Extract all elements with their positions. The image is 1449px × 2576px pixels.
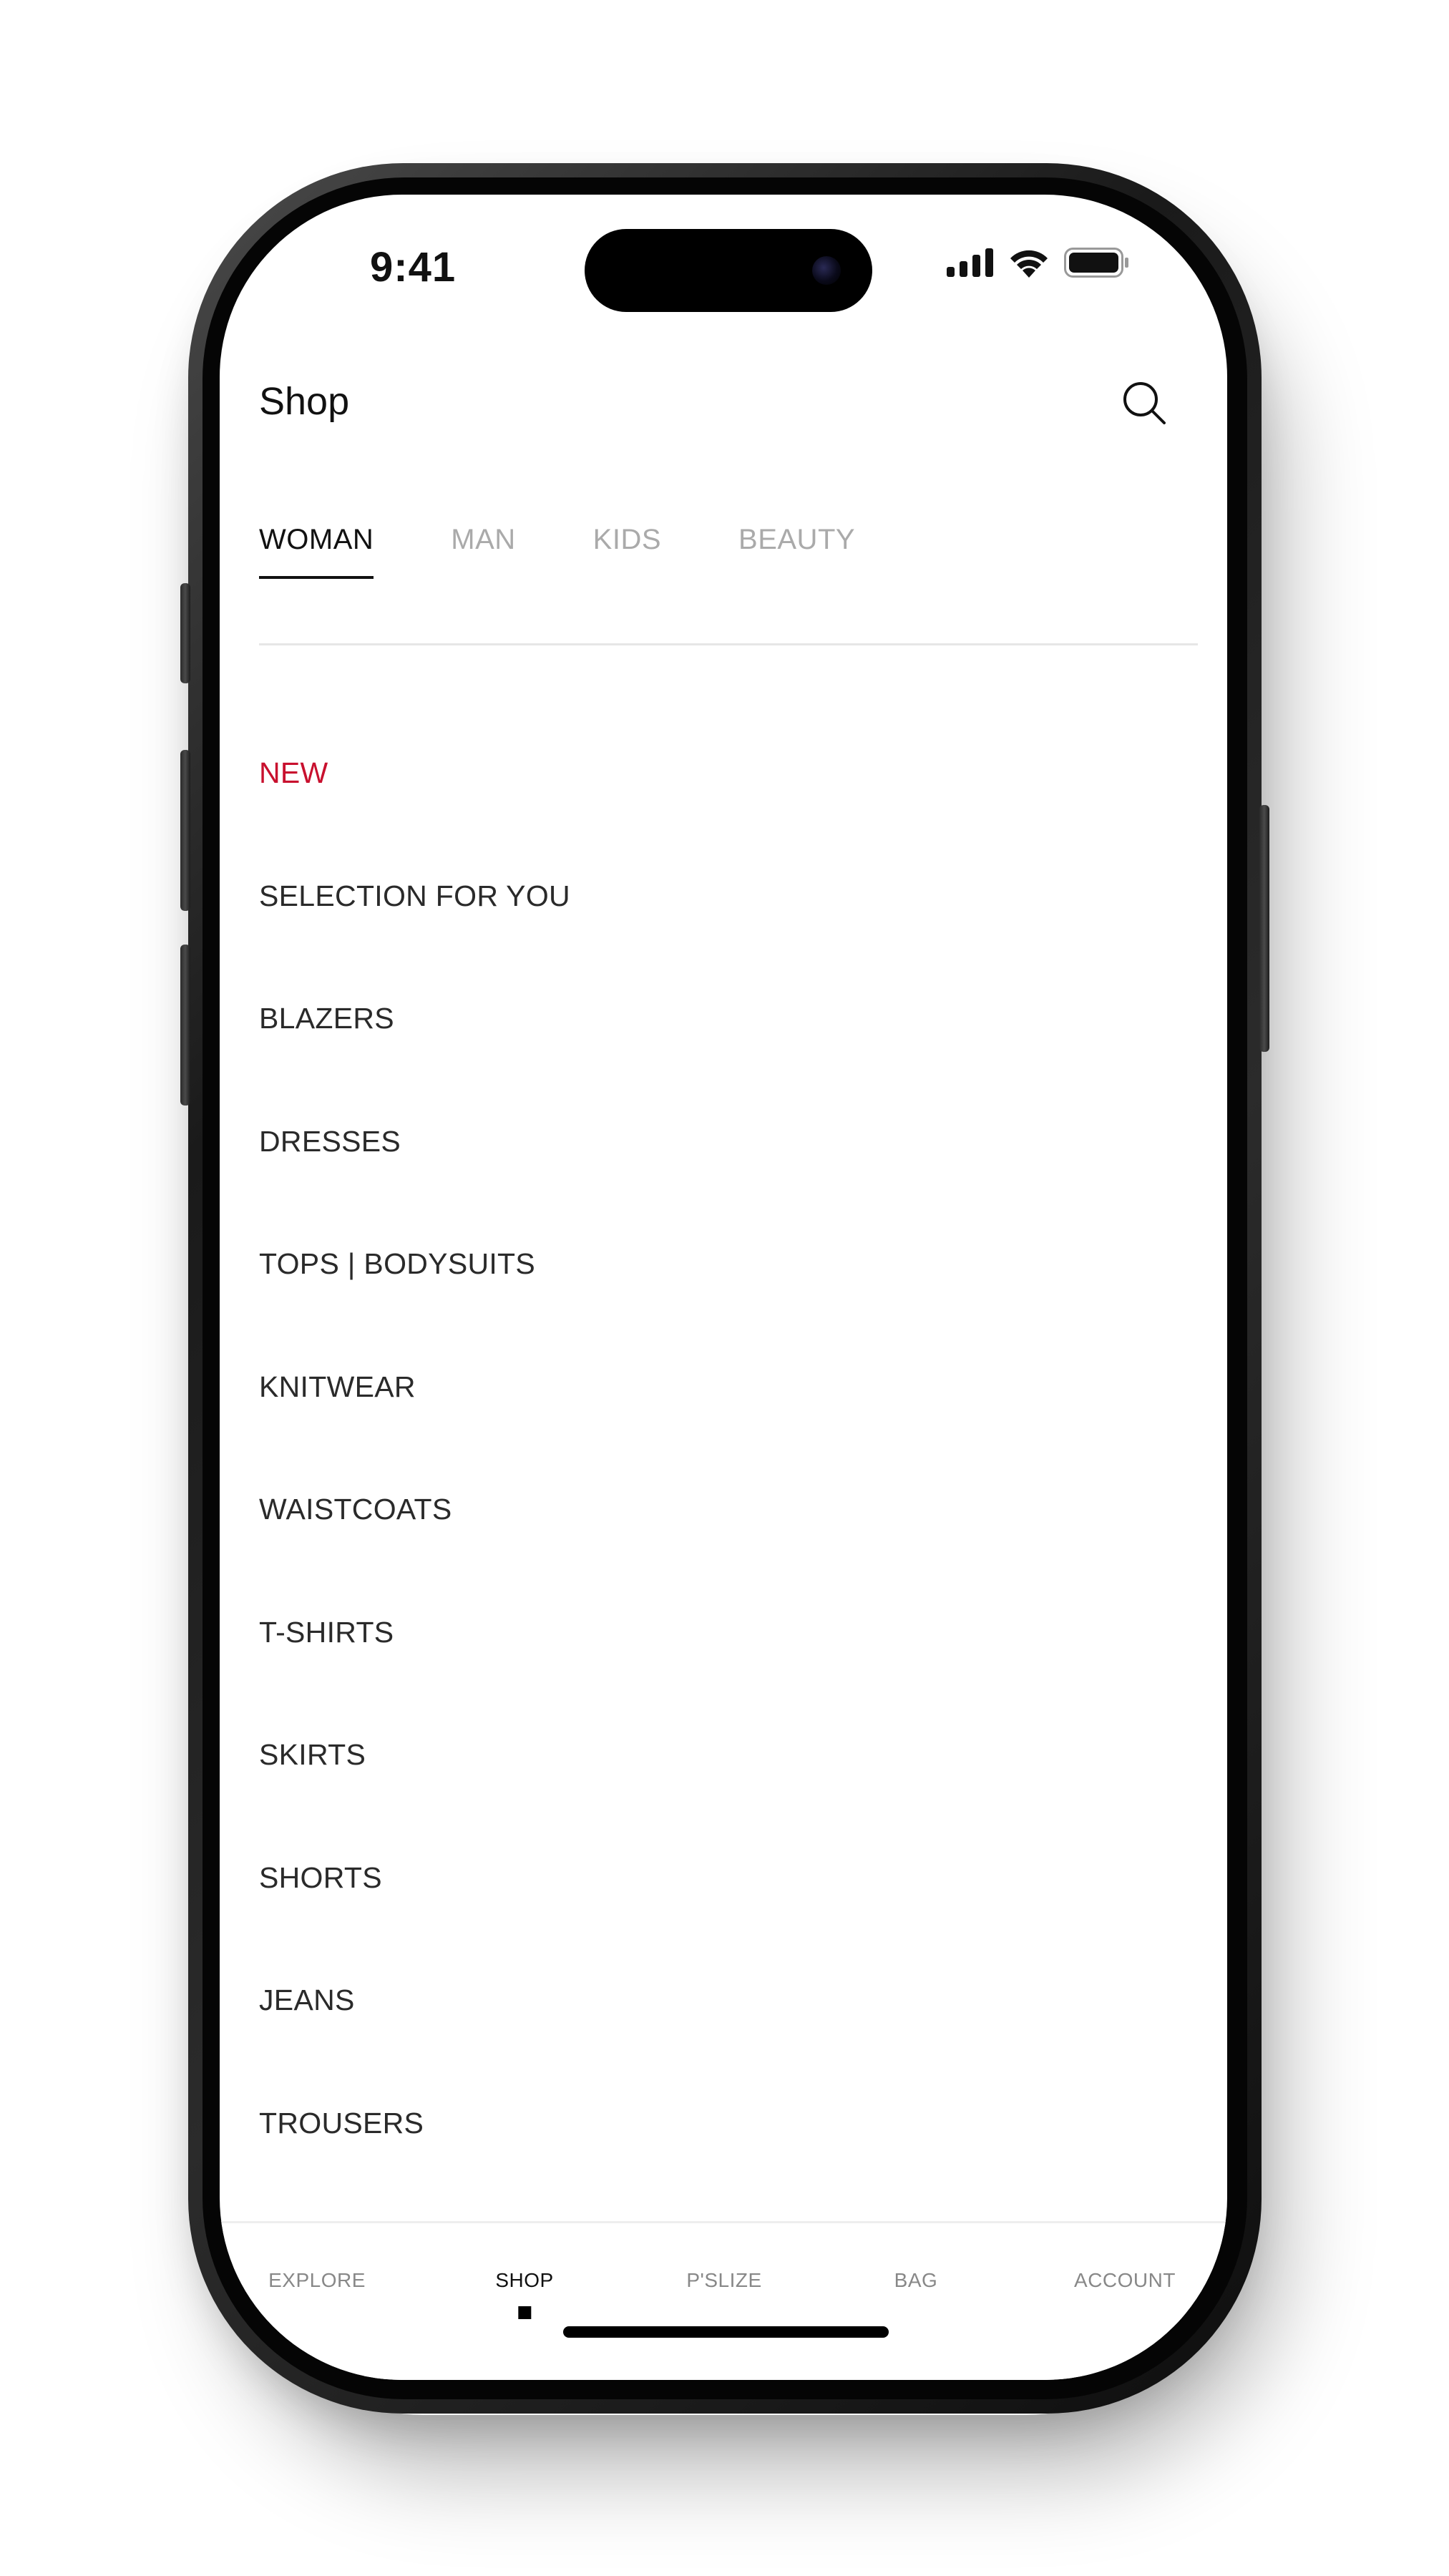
category-shorts[interactable]: SHORTS <box>259 1863 570 1986</box>
active-indicator-icon <box>517 2306 531 2319</box>
category-t-shirts[interactable]: T-SHIRTS <box>259 1617 570 1741</box>
volume-down-button <box>180 945 190 1106</box>
search-icon <box>1123 382 1166 424</box>
front-camera-icon <box>812 256 841 285</box>
power-button <box>1259 805 1269 1052</box>
cellular-signal-icon <box>947 248 993 277</box>
category-knitwear[interactable]: KNITWEAR <box>259 1372 570 1496</box>
tabs-divider <box>259 643 1198 645</box>
page-title: Shop <box>259 380 350 423</box>
tab-kids[interactable]: KIDS <box>593 524 661 579</box>
bottom-nav: EXPLORE SHOP P'SLIZE BAG ACCOUNT <box>220 2221 1227 2380</box>
status-icons <box>947 248 1130 278</box>
nav-shop-label: SHOP <box>495 2269 554 2291</box>
category-new[interactable]: NEW <box>259 758 570 882</box>
home-indicator[interactable] <box>563 2326 889 2338</box>
gender-tabs: WOMAN MAN KIDS BEAUTY <box>259 524 932 579</box>
nav-bag[interactable]: BAG <box>894 2269 938 2292</box>
category-blazers[interactable]: BLAZERS <box>259 1004 570 1127</box>
category-list: NEW SELECTION FOR YOU BLAZERS DRESSES TO… <box>259 758 570 2231</box>
battery-icon <box>1064 248 1128 278</box>
tab-beauty[interactable]: BEAUTY <box>738 524 855 579</box>
nav-account[interactable]: ACCOUNT <box>1074 2269 1176 2292</box>
category-selection-for-you[interactable]: SELECTION FOR YOU <box>259 881 570 1005</box>
category-dresses[interactable]: DRESSES <box>259 1126 570 1250</box>
tab-woman[interactable]: WOMAN <box>259 524 374 579</box>
nav-shop[interactable]: SHOP <box>495 2269 554 2319</box>
category-jeans[interactable]: JEANS <box>259 1986 570 2109</box>
category-skirts[interactable]: SKIRTS <box>259 1740 570 1863</box>
nav-explore[interactable]: EXPLORE <box>268 2269 366 2292</box>
category-trousers[interactable]: TROUSERS <box>259 2108 570 2232</box>
dynamic-island <box>585 229 872 312</box>
status-time: 9:41 <box>370 244 457 291</box>
action-button <box>180 583 190 683</box>
app-screen: 9:41 Shop WOMAN MAN KIDS BEAUTY NEW SELE… <box>220 195 1227 2380</box>
category-waistcoats[interactable]: WAISTCOATS <box>259 1495 570 1618</box>
nav-pslize[interactable]: P'SLIZE <box>686 2269 761 2292</box>
category-tops-bodysuits[interactable]: TOPS | BODYSUITS <box>259 1249 570 1372</box>
wifi-icon <box>1010 250 1048 278</box>
search-button[interactable] <box>1120 379 1170 429</box>
tab-man[interactable]: MAN <box>451 524 515 579</box>
volume-up-button <box>180 750 190 911</box>
